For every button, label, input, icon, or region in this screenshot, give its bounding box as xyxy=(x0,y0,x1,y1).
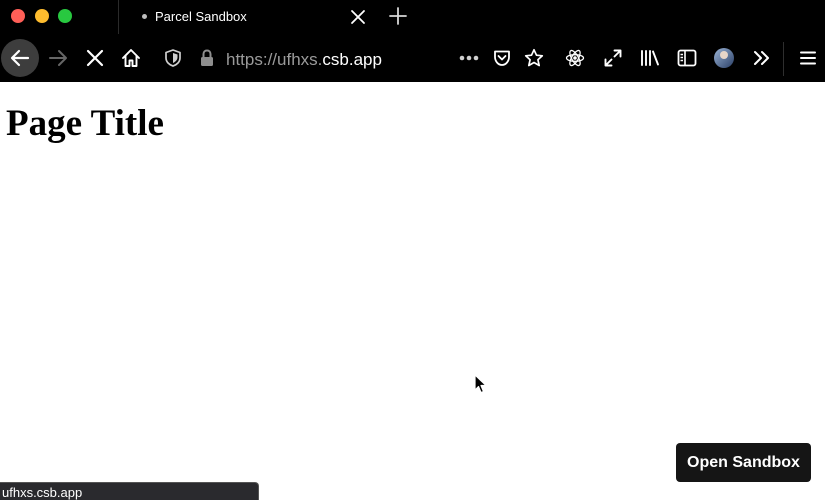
url-host: csb.app xyxy=(322,50,382,69)
star-icon xyxy=(524,48,544,67)
fullscreen-button[interactable] xyxy=(595,40,631,76)
page-content: Page Title Open Sandbox ufhxs.csb.app xyxy=(0,82,825,500)
more-icon xyxy=(459,55,479,61)
tab-strip: Parcel Sandbox xyxy=(0,0,825,34)
menu-button[interactable] xyxy=(790,40,825,76)
avatar xyxy=(714,48,734,68)
stop-button[interactable] xyxy=(77,40,113,76)
stop-icon xyxy=(86,49,104,67)
navigation-toolbar: https://ufhxs.csb.app xyxy=(0,38,825,82)
tab-loading-dot-icon xyxy=(142,14,147,19)
window-minimize-button[interactable] xyxy=(35,9,49,23)
sidebar-icon xyxy=(677,49,697,67)
forward-button[interactable] xyxy=(40,40,76,76)
new-tab-icon[interactable] xyxy=(389,7,407,25)
browser-chrome: Parcel Sandbox https://ufhxs.csb.app xyxy=(0,0,825,82)
url-text[interactable]: https://ufhxs.csb.app xyxy=(226,50,382,70)
forward-icon xyxy=(49,50,67,66)
window-close-button[interactable] xyxy=(11,9,25,23)
expand-icon xyxy=(604,49,622,67)
overflow-button[interactable] xyxy=(744,40,780,76)
tab-title: Parcel Sandbox xyxy=(155,9,247,24)
library-button[interactable] xyxy=(632,40,668,76)
back-icon xyxy=(10,49,30,67)
tab-close-icon[interactable] xyxy=(350,9,366,25)
toolbar-divider xyxy=(783,42,784,76)
window-maximize-button[interactable] xyxy=(58,9,72,23)
home-button[interactable] xyxy=(113,40,149,76)
lock-icon[interactable] xyxy=(189,40,225,76)
home-icon xyxy=(122,49,140,67)
back-button[interactable] xyxy=(1,39,39,77)
account-button[interactable] xyxy=(706,40,742,76)
pocket-button[interactable] xyxy=(484,40,520,76)
react-devtools-icon xyxy=(565,49,585,67)
overflow-icon xyxy=(754,51,769,65)
page-actions-button[interactable] xyxy=(451,40,487,76)
tracking-protection-shield-icon[interactable] xyxy=(155,40,191,76)
bookmark-button[interactable] xyxy=(516,40,552,76)
mouse-cursor-icon xyxy=(474,374,487,394)
library-icon xyxy=(641,50,659,66)
tab-parcel-sandbox[interactable]: Parcel Sandbox xyxy=(119,0,377,34)
page-title: Page Title xyxy=(6,103,164,144)
react-devtools-button[interactable] xyxy=(557,40,593,76)
menu-icon xyxy=(800,51,816,65)
sidebar-button[interactable] xyxy=(669,40,705,76)
pocket-icon xyxy=(494,50,510,66)
open-sandbox-button[interactable]: Open Sandbox xyxy=(676,443,811,482)
status-bar-url: ufhxs.csb.app xyxy=(0,482,259,500)
url-prefix: https://ufhxs. xyxy=(226,50,323,69)
